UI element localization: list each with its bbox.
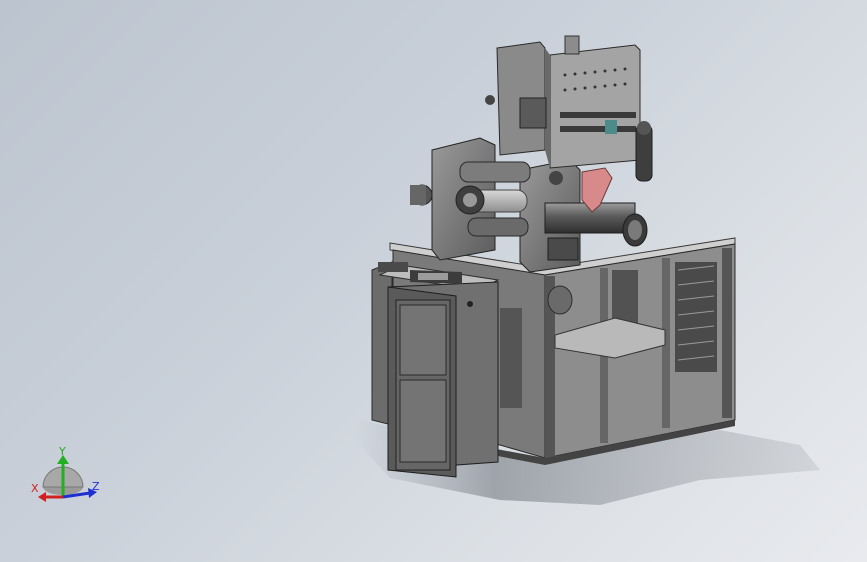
z-axis-label: Z [92, 480, 100, 493]
y-axis-label: Y [58, 445, 66, 458]
upper-feed-unit[interactable] [485, 35, 653, 182]
coordinate-triad: Y Z X [31, 445, 100, 502]
graphics-viewport[interactable]: Y Z X [0, 0, 867, 562]
control-cabinet[interactable] [378, 262, 500, 478]
x-axis-label: X [31, 482, 39, 495]
3d-model-view[interactable]: Y Z X [0, 0, 867, 562]
